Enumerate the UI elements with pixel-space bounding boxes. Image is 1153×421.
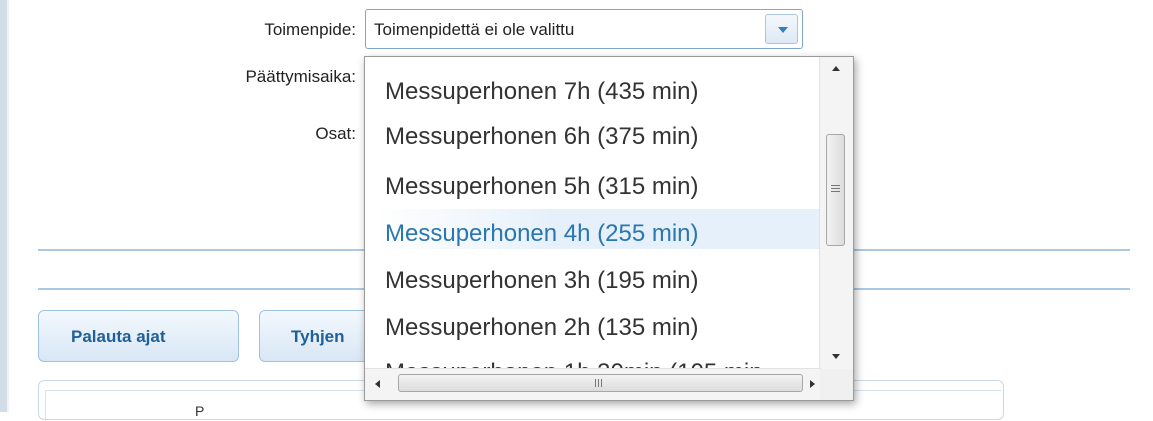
toimenpide-select-value: Toimenpidettä ei ole valittu	[374, 20, 575, 39]
dropdown-option-highlighted[interactable]: Messuperhonen 4h (255 min)	[385, 211, 815, 256]
window-border	[0, 0, 7, 412]
horizontal-scrollbar[interactable]	[365, 368, 821, 400]
toimenpide-select[interactable]: Toimenpidettä ei ole valittu	[365, 9, 803, 49]
palauta-ajat-label: Palauta ajat	[71, 327, 166, 346]
toimenpide-dropdown-list[interactable]: Messuperhonen 7h (435 min) Messuperhonen…	[364, 56, 854, 401]
dropdown-option[interactable]: Messuperhonen 2h (135 min)	[385, 305, 815, 350]
scroll-right-arrow-icon[interactable]	[810, 380, 815, 388]
chevron-down-icon	[778, 27, 788, 33]
scroll-down-arrow-icon[interactable]	[832, 354, 840, 359]
grip-line	[601, 379, 602, 387]
grip-line	[598, 379, 599, 387]
grip-line	[831, 191, 840, 192]
scroll-left-arrow-icon[interactable]	[375, 380, 380, 388]
horizontal-scroll-thumb[interactable]	[398, 374, 803, 392]
grip-line	[831, 188, 840, 189]
scrollbar-corner	[820, 369, 853, 400]
palauta-ajat-button[interactable]: Palauta ajat	[38, 310, 239, 362]
scroll-up-arrow-icon[interactable]	[832, 66, 840, 71]
select-dropdown-button[interactable]	[765, 14, 798, 44]
grip-line	[831, 185, 840, 186]
osat-label: Osat:	[315, 124, 356, 143]
tyhjenna-label: Tyhjen	[291, 327, 345, 346]
dropdown-option[interactable]: Messuperhonen 3h (195 min)	[385, 258, 815, 303]
vertical-scrollbar[interactable]	[819, 57, 853, 369]
dropdown-option[interactable]: Messuperhonen 5h (315 min)	[385, 164, 815, 209]
toimenpide-label: Toimenpide:	[264, 20, 356, 39]
panel-partial-text: P	[195, 403, 205, 419]
grip-line	[595, 379, 596, 387]
dropdown-option[interactable]: Messuperhonen 7h (435 min)	[385, 69, 815, 114]
paattymisaika-label: Päättymisaika:	[245, 67, 356, 86]
vertical-scroll-thumb[interactable]	[826, 134, 845, 246]
dropdown-option[interactable]: Messuperhonen 6h (375 min)	[385, 114, 815, 159]
window-border-inner	[7, 0, 9, 412]
